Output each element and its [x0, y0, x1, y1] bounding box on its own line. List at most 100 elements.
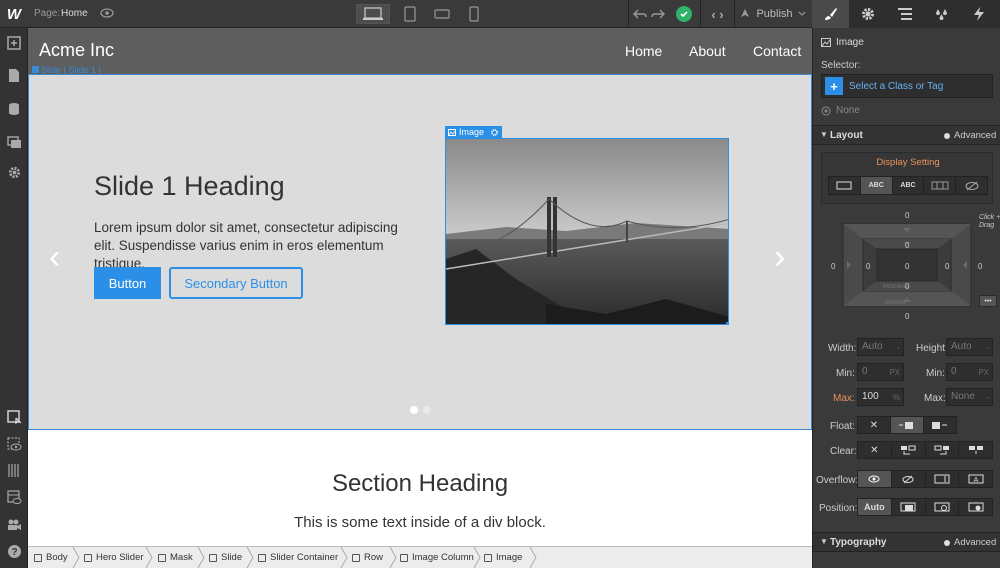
- preview-outline-icon[interactable]: [3, 433, 25, 455]
- selector-placeholder[interactable]: Select a Class or Tag: [849, 81, 943, 92]
- position-absolute-option[interactable]: [926, 499, 960, 515]
- resize-handle[interactable]: [726, 322, 728, 324]
- slide-dot-active[interactable]: [410, 406, 418, 414]
- max-width-input[interactable]: 100%: [857, 388, 904, 406]
- float-right-option[interactable]: [924, 417, 956, 433]
- display-inline-block-option[interactable]: ABC: [860, 177, 893, 194]
- float-none-option[interactable]: ✕: [858, 417, 891, 433]
- preview-eye-icon[interactable]: [100, 6, 114, 20]
- min-height-label: Min:: [926, 368, 945, 379]
- cms-database-icon[interactable]: [3, 98, 25, 120]
- tab-settings[interactable]: [849, 0, 886, 28]
- mobile-portrait-view-icon[interactable]: [462, 4, 486, 24]
- clear-none-option[interactable]: ✕: [858, 442, 892, 458]
- nav-link-about[interactable]: About: [689, 43, 726, 59]
- tab-symbols[interactable]: [923, 0, 960, 28]
- position-auto-option[interactable]: Auto: [858, 499, 892, 515]
- select-tool-icon[interactable]: [3, 406, 25, 428]
- brand-logo[interactable]: Acme Inc: [39, 40, 114, 61]
- typography-advanced-label[interactable]: Advanced: [954, 537, 996, 548]
- display-setting-box: Display Setting ABC ABC: [821, 152, 993, 204]
- tab-style[interactable]: [812, 0, 849, 28]
- advanced-label[interactable]: Advanced: [954, 130, 996, 141]
- image-element-tag[interactable]: Image: [445, 126, 503, 138]
- publish-button[interactable]: Publish: [734, 0, 810, 28]
- state-selector[interactable]: None: [821, 105, 860, 116]
- slide-paragraph[interactable]: Lorem ipsum dolor sit amet, consectetur …: [94, 219, 414, 273]
- selected-element: Image: [821, 37, 864, 48]
- margin-left-value[interactable]: 0: [831, 262, 835, 271]
- tab-navigator[interactable]: [886, 0, 923, 28]
- settings-gear-icon[interactable]: [3, 161, 25, 183]
- section-text[interactable]: This is some text inside of a div block.: [28, 514, 812, 531]
- nav-link-contact[interactable]: Contact: [753, 43, 801, 59]
- grid-overlay-icon[interactable]: [3, 459, 25, 481]
- code-export-button[interactable]: ‹ ›: [700, 0, 734, 28]
- max-width-value: 100: [862, 391, 879, 402]
- layout-section-header[interactable]: ▼ Layout Advanced: [813, 125, 1000, 145]
- tablet-view-icon[interactable]: [398, 4, 422, 24]
- hero-slide[interactable]: ‹ › Slide 1 Heading Lorem ipsum dolor si…: [28, 74, 812, 430]
- slider-arrow-left[interactable]: ‹: [49, 240, 60, 274]
- mobile-landscape-view-icon[interactable]: [430, 4, 454, 24]
- page-name[interactable]: Home: [61, 8, 88, 19]
- width-input[interactable]: Auto -: [857, 338, 904, 356]
- max-width-unit[interactable]: %: [893, 392, 900, 404]
- padding-left-value[interactable]: 0: [866, 262, 870, 271]
- clear-both-option[interactable]: [959, 442, 992, 458]
- more-options-button[interactable]: •••: [979, 295, 997, 307]
- margin-right-value[interactable]: 0: [978, 262, 982, 271]
- position-fixed-option[interactable]: [959, 499, 992, 515]
- slide-heading[interactable]: Slide 1 Heading: [94, 171, 285, 202]
- overflow-visible-option[interactable]: [858, 471, 892, 487]
- typography-section-header[interactable]: ▼ Typography Advanced: [813, 532, 1000, 552]
- overflow-hidden-option[interactable]: [892, 471, 926, 487]
- display-none-option[interactable]: [956, 177, 987, 194]
- selector-field[interactable]: + Select a Class or Tag: [821, 74, 993, 98]
- position-options: Auto: [857, 498, 993, 516]
- min-height-unit[interactable]: PX: [978, 367, 989, 379]
- padding-bottom-value[interactable]: 0: [905, 282, 909, 291]
- min-height-input[interactable]: 0 PX: [946, 363, 993, 381]
- display-block-option[interactable]: [829, 177, 861, 194]
- webflow-logo[interactable]: W: [0, 0, 28, 28]
- x-ray-icon[interactable]: [3, 486, 25, 508]
- max-height-input[interactable]: None -: [946, 388, 993, 406]
- height-input[interactable]: Auto -: [946, 338, 993, 356]
- desktop-view-icon[interactable]: [356, 4, 390, 24]
- padding-top-value[interactable]: 0: [905, 241, 909, 250]
- slider-arrow-right[interactable]: ›: [774, 240, 785, 274]
- overflow-auto-option[interactable]: A: [959, 471, 992, 487]
- typography-advanced-dot[interactable]: [944, 540, 950, 546]
- tab-interactions[interactable]: [960, 0, 997, 28]
- primary-button[interactable]: Button: [94, 267, 161, 299]
- position-relative-option[interactable]: [892, 499, 926, 515]
- click-drag-hint: Click + Drag: [979, 214, 1000, 229]
- overflow-scroll-option[interactable]: [926, 471, 960, 487]
- margin-top-value[interactable]: 0: [905, 211, 909, 220]
- nav-link-home[interactable]: Home: [625, 43, 662, 59]
- clear-left-option[interactable]: [892, 442, 926, 458]
- add-class-icon[interactable]: +: [825, 77, 843, 95]
- display-inline-option[interactable]: ABC: [893, 177, 925, 194]
- advanced-toggle-dot[interactable]: [944, 133, 950, 139]
- undo-redo[interactable]: [628, 0, 668, 28]
- help-icon[interactable]: ?: [3, 540, 25, 562]
- clear-right-option[interactable]: [926, 442, 960, 458]
- float-left-option[interactable]: [891, 417, 924, 433]
- golden-gate-bridge-photo: [446, 139, 728, 324]
- min-width-unit[interactable]: PX: [889, 367, 900, 379]
- box-model-editor[interactable]: 0 0 0 0 0 0 0 0 0 PADDING MARGIN Click +…: [821, 206, 1000, 324]
- padding-right-value[interactable]: 0: [945, 262, 949, 271]
- video-tutorials-icon[interactable]: [3, 514, 25, 536]
- secondary-button[interactable]: Secondary Button: [169, 267, 303, 299]
- section-heading[interactable]: Section Heading: [28, 470, 812, 498]
- pages-icon[interactable]: [3, 64, 25, 86]
- add-panel-icon[interactable]: [3, 32, 25, 54]
- bridge-photo-image[interactable]: [445, 138, 729, 325]
- slide-dot[interactable]: [423, 406, 431, 414]
- display-flex-option[interactable]: [924, 177, 957, 194]
- assets-icon[interactable]: [3, 131, 25, 153]
- margin-bottom-value[interactable]: 0: [905, 312, 909, 321]
- min-width-input[interactable]: 0 PX: [857, 363, 904, 381]
